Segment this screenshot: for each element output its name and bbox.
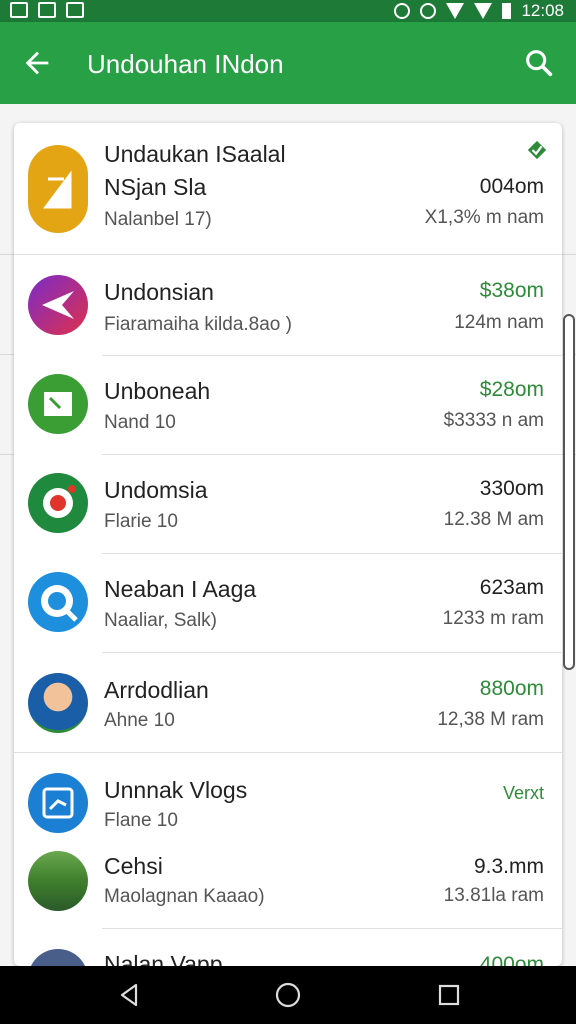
item-value: 880om — [479, 677, 544, 700]
item-value: $28om — [479, 378, 544, 401]
list-item[interactable]: Cehsi Maolagnan Kaaao) 9.3.mm 13.81la ra… — [14, 843, 562, 929]
recents-icon[interactable] — [434, 980, 464, 1010]
item-detail: Flarie 10 — [104, 511, 178, 532]
item-value: Verxt — [502, 783, 544, 803]
item-detail: Flane 10 — [104, 810, 178, 831]
item-value: 623am — [479, 576, 544, 599]
portrait-icon — [28, 949, 88, 966]
list-item[interactable]: Nalan Vapp 400om — [14, 929, 562, 966]
item-name: Unboneah — [104, 378, 211, 404]
item-name: Undonsian — [104, 279, 214, 305]
list-item[interactable]: Undaukan ISaalal NSjan Sla Nalanbel 17) … — [14, 123, 562, 255]
download-folder-icon — [28, 145, 88, 233]
verified-badge-icon — [527, 140, 547, 160]
item-detail: Naaliar, Salk) — [104, 610, 217, 631]
item-meta: 12,38 M ram — [437, 709, 544, 730]
search-lens-icon — [28, 572, 88, 632]
item-name: Unnnak Vlogs — [104, 777, 248, 803]
item-meta: 124m nam — [454, 312, 544, 333]
download-notification-icon — [38, 2, 56, 18]
page-title: Undouhan INdon — [87, 49, 284, 79]
item-meta: 12.38 M am — [443, 509, 544, 530]
back-arrow-icon[interactable] — [20, 46, 54, 80]
item-value: 400om — [479, 953, 544, 966]
alarm-icon — [420, 3, 437, 19]
item-value: $38om — [479, 279, 544, 302]
group-photo-icon — [28, 851, 88, 911]
item-name: Nalan Vapp — [104, 951, 223, 966]
item-value: 9.3.mm — [473, 855, 544, 878]
profile-photo-icon — [28, 673, 88, 733]
search-icon[interactable] — [522, 46, 556, 80]
list-item[interactable]: Undomsia Flarie 10 330om 12.38 M am — [14, 455, 562, 554]
wifi-icon — [446, 3, 465, 19]
sync-icon — [394, 3, 411, 19]
item-detail: Nalanbel 17) — [104, 209, 212, 230]
system-icons: 12:08 — [394, 1, 564, 21]
star-ribbon-icon — [28, 275, 88, 335]
item-name: Neaban I Aaga — [104, 576, 257, 602]
item-detail: Ahne 10 — [104, 710, 175, 731]
scrollbar[interactable] — [563, 314, 575, 670]
edit-check-icon — [28, 773, 88, 833]
list-item[interactable]: Arrdodlian Ahne 10 880om 12,38 M ram — [14, 653, 562, 753]
notification-icons — [10, 2, 84, 18]
battery-icon — [502, 3, 512, 19]
home-icon[interactable] — [273, 980, 303, 1010]
item-detail: Maolagnan Kaaao) — [104, 886, 265, 907]
message-icon — [28, 374, 88, 434]
item-meta: 1233 m ram — [442, 608, 544, 629]
signal-icon — [474, 3, 493, 19]
item-name: Undomsia — [104, 477, 208, 503]
item-meta: $3333 n am — [443, 410, 544, 431]
downloads-card: Undaukan ISaalal NSjan Sla Nalanbel 17) … — [14, 123, 562, 966]
item-name: Undaukan ISaalal — [104, 141, 286, 167]
item-value: 330om — [479, 477, 544, 500]
navigation-bar — [0, 966, 576, 1024]
back-icon[interactable] — [114, 980, 144, 1010]
item-name: Cehsi — [104, 853, 163, 879]
list-item[interactable]: Undonsian Fiaramaiha kilda.8ao ) $38om 1… — [14, 255, 562, 356]
message-notification-icon — [66, 2, 84, 18]
list-item[interactable]: Neaban I Aaga Naaliar, Salk) 623am 1233 … — [14, 554, 562, 653]
item-detail: Nand 10 — [104, 412, 176, 433]
camera-icon — [28, 473, 88, 533]
item-value: 004om — [479, 175, 544, 198]
clock: 12:08 — [521, 1, 564, 20]
item-subtitle: NSjan Sla — [104, 174, 207, 200]
item-meta: X1,3% m nam — [424, 207, 544, 228]
image-notification-icon — [10, 2, 28, 18]
item-detail: Fiaramaiha kilda.8ao ) — [104, 314, 292, 335]
item-meta: 13.81la ram — [443, 885, 544, 906]
item-name: Arrdodlian — [104, 677, 209, 703]
list-item[interactable]: Unboneah Nand 10 $28om $3333 n am — [14, 356, 562, 455]
status-bar: 12:08 — [0, 0, 576, 22]
app-bar: Undouhan INdon — [0, 22, 576, 104]
